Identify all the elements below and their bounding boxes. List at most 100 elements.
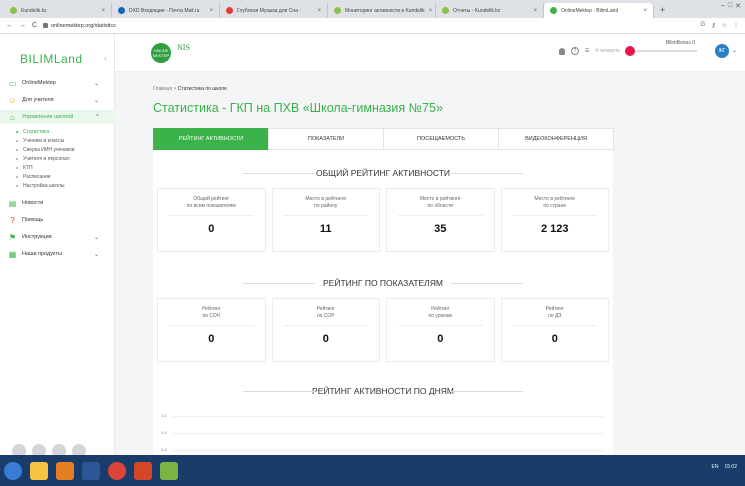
overall-rating-cards: Общий рейтинг по всем показателям 0 Место в… [157,188,609,252]
url-text[interactable]: onlinemektep.org/statistics [51,23,116,29]
avatar[interactable]: ЖГ [715,44,729,58]
divider [168,215,254,216]
tab-close-icon[interactable]: × [643,8,647,14]
star-icon[interactable]: ☆ [722,22,727,29]
sidebar-subitem[interactable]: Сверка ИИН учеников [0,145,115,154]
forward-icon[interactable]: → [19,22,26,29]
rating-card-value: 35 [434,223,447,235]
lock-icon [43,23,49,28]
back-icon[interactable]: ← [6,22,13,29]
chevron-icon: ⌄ [93,80,99,87]
news-icon: ▤ [8,198,17,208]
tab-statistics[interactable]: ПОСЕЩАЕМОСТЬ [383,128,499,150]
tab-statistics[interactable]: ВИДЕОКОНФЕРЕНЦИЯ [498,128,614,150]
tab-favicon-icon [334,7,341,14]
rating-card-label: Место в рейтинге [305,196,347,202]
browser-tab[interactable]: Мониторинг активности в Kundelik × [328,3,436,18]
window-controls[interactable]: – □ ✕ [721,2,741,10]
sidebar-subitem[interactable]: Ученики и классы [0,136,115,145]
paint-icon[interactable] [160,461,178,480]
divider [512,215,598,216]
sidebar-item-label: Наши продукты [22,251,62,257]
sidebar-item[interactable]: ▦ Наши продукты ⌄ [0,247,115,261]
chevron-down-icon[interactable]: ⌄ [732,47,737,54]
divider [397,325,483,326]
browser-tab[interactable]: Kundelik.kz × [4,3,112,18]
divider [512,325,598,326]
sidebar-subitem[interactable]: Статистика [0,127,115,136]
rating-card: Место в рейтинге по стране 2 123 [500,188,609,252]
sidebar-item[interactable]: ☺ Для учителя ⌄ [0,93,115,107]
chart-gridline [173,450,603,451]
browser-tab[interactable]: DXD Входящие - Почта Mail.ru × [112,3,220,18]
rating-card-value: 0 [437,333,444,345]
tab-close-icon[interactable]: × [429,8,433,14]
word-icon[interactable] [82,461,100,480]
collapse-sidebar-icon[interactable]: ‹ [104,53,107,63]
chart-tick-label: 1.0 [161,413,167,418]
statistics-tabs: РЕЙТИНГ АКТИВНОСТИ ПОКАЗАТЕЛИ ПОСЕЩАЕМОСТЬ… [153,128,614,150]
sidebar-item[interactable]: ⌂ Управление школой ^ [0,110,115,124]
sidebar-item-label: Управление школой [22,114,74,120]
help-circle-icon[interactable]: ? [570,47,579,55]
new-tab-icon[interactable]: + [654,3,671,18]
key-icon[interactable]: ⚷ [711,22,715,29]
browser-tab[interactable]: Отчеты - Kundelik.kz × [436,3,544,18]
sidebar-subitem[interactable]: Расписание [0,172,115,181]
bell-icon[interactable] [558,47,565,55]
maximize-icon[interactable]: □ [728,2,732,10]
tab-close-icon[interactable]: × [317,8,321,14]
powerpoint-icon[interactable] [134,461,152,480]
address-bar: ← → C onlinemektep.org/statistics G ⚷ ☆ … [0,18,745,34]
tab-title: Глубокая Музыка для Сна - [237,7,301,14]
url-field[interactable]: onlinemektep.org/statistics [43,23,116,29]
indicator-rating-cards: Рейтинг по СОЧ 0 Рейтинг по СОР 0 Рейтинг по ур… [157,298,609,362]
reload-icon[interactable]: C [32,22,37,29]
chrome-icon[interactable] [108,461,126,480]
tab-close-icon[interactable]: × [209,8,213,14]
media-player-icon[interactable] [56,461,74,480]
divider [283,325,369,326]
tab-close-icon[interactable]: × [101,8,105,14]
clock[interactable]: 15:02 [724,464,737,470]
bilimland-logo[interactable]: BILIMLand [20,52,83,66]
sidebar-subitem-label: Настройка школы [23,182,65,189]
windows-taskbar: EN 15:02 [0,455,745,486]
translate-icon[interactable]: G [701,22,706,29]
browser-tab[interactable]: OnlineMektep - BilimLand × [544,3,654,18]
close-icon[interactable]: ✕ [735,2,741,10]
school-icon: ⌂ [10,112,15,122]
sidebar-item[interactable]: ▤ Новости [0,196,115,210]
tab-favicon-icon [550,7,557,14]
sidebar-subitem[interactable]: Учителя и персонал [0,154,115,163]
products-icon: ▦ [8,249,17,259]
sidebar-subitem[interactable]: Настройка школы [0,181,115,190]
rating-card-label: Рейтинг [202,306,221,312]
menu-icon[interactable]: ⋮ [733,22,739,29]
rating-card-value: 0 [208,333,215,345]
tab-statistics[interactable]: РЕЙТИНГ АКТИВНОСТИ [153,128,269,150]
language-indicator[interactable]: EN [712,464,719,470]
tab-favicon-icon [118,7,125,14]
breadcrumb-home[interactable]: Главная [153,86,172,92]
start-button-icon[interactable] [4,461,22,480]
sidebar-item[interactable]: ? Помощь [0,213,115,227]
list-icon[interactable]: ☰ [585,48,589,54]
browser-tab[interactable]: Глубокая Музыка для Сна - × [220,3,328,18]
rating-card-label: Рейтинг [545,306,564,312]
sidebar-item[interactable]: ⚑ Инструкции ⌄ [0,230,115,244]
quarter-label[interactable]: 4 четверть [595,48,620,54]
online-mektep-logo[interactable]: ONLINE MEKTEP [151,43,171,63]
section-title-indicators: РЕЙТИНГ ПО ПОКАЗАТЕЛЯМ [153,278,613,288]
minimize-icon[interactable]: – [721,2,725,10]
sidebar-subitem[interactable]: КТП [0,163,115,172]
tab-statistics[interactable]: ПОКАЗАТЕЛИ [268,128,384,150]
rating-card-sublabel: по СОЧ [202,313,221,319]
sidebar-menu: ▭ OnlineMektep ⌄ ☺ Для учителя ⌄ ⌂ Управление ш… [0,76,115,264]
divider [168,325,254,326]
page-title: Статистика - ГКП на ПХВ «Школа-гимназия … [153,101,443,115]
explorer-icon[interactable] [30,461,48,480]
sidebar-item[interactable]: ▭ OnlineMektep ⌄ [0,76,115,90]
tab-favicon-icon [226,7,233,14]
tab-close-icon[interactable]: × [533,8,537,14]
